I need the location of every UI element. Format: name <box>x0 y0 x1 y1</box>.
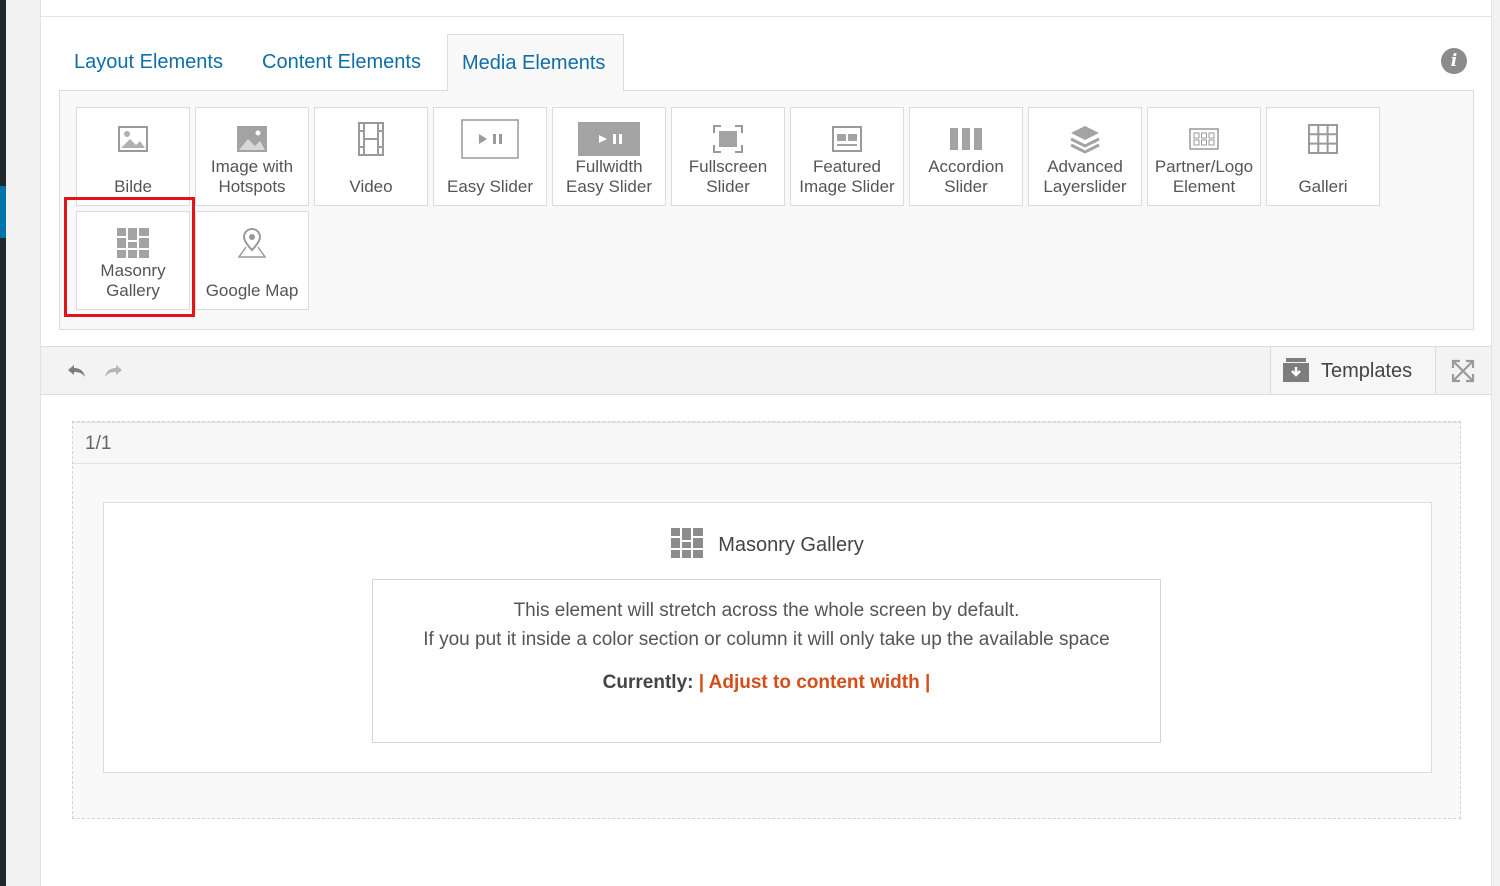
element-label-line1: Fullscreen <box>688 157 768 176</box>
element-featured-image-slider[interactable]: Featured Image Slider <box>790 107 904 206</box>
tab-content-elements[interactable]: Content Elements <box>248 34 435 91</box>
fullscreen-icon <box>672 122 784 156</box>
element-label-line2: Slider <box>706 177 750 196</box>
image-hotspots-icon <box>196 122 308 156</box>
current-setting: Currently: | Adjust to content width | <box>373 668 1160 697</box>
element-label-line2: Layerslider <box>1043 177 1127 196</box>
element-easy-slider[interactable]: Easy Slider <box>433 107 547 206</box>
current-label: Currently: <box>602 672 694 693</box>
info-icon[interactable]: i <box>1441 48 1467 74</box>
divider <box>41 16 1491 17</box>
layers-icon <box>1029 122 1141 156</box>
column-container[interactable]: 1/1 Masonry Gallery This element will st… <box>72 421 1461 819</box>
current-value-link[interactable]: | Adjust to content width | <box>699 672 931 693</box>
element-label-line1: Featured <box>812 157 882 176</box>
redo-icon[interactable] <box>99 357 127 385</box>
film-icon <box>315 122 427 156</box>
admin-sidebar-active-marker <box>0 186 6 238</box>
element-fullwidth-easy-slider[interactable]: Fullwidth Easy Slider <box>552 107 666 206</box>
image-icon <box>77 122 189 156</box>
element-title: Masonry Gallery <box>718 533 864 556</box>
editor-toolbar: Templates <box>41 346 1491 395</box>
element-google-map[interactable]: Google Map <box>195 211 309 310</box>
logo-grid-icon <box>1148 122 1260 156</box>
element-image-with-hotspots[interactable]: Image with Hotspots <box>195 107 309 206</box>
element-label-line1: Advanced <box>1047 157 1123 176</box>
notice-line-1: This element will stretch across the who… <box>513 600 1020 621</box>
element-label-line2: Galleri <box>1298 177 1348 196</box>
element-label-line2: Image Slider <box>799 177 895 196</box>
accordion-icon <box>910 122 1022 156</box>
element-label-line1: Partner/Logo <box>1154 157 1254 176</box>
element-advanced-layerslider[interactable]: Advanced Layerslider <box>1028 107 1142 206</box>
builder-panel: Layout Elements Content Elements Media E… <box>40 0 1492 886</box>
slider-icon <box>434 119 546 159</box>
highlight-annotation <box>64 197 195 317</box>
element-label-line2: Google Map <box>205 281 299 300</box>
element-bilde[interactable]: Bilde <box>76 107 190 206</box>
grid-icon <box>1267 122 1379 156</box>
element-video[interactable]: Video <box>314 107 428 206</box>
element-label-line1: Accordion <box>928 157 1004 176</box>
element-label-line2: Easy Slider <box>566 177 652 196</box>
templates-button[interactable]: Templates <box>1270 347 1436 394</box>
column-size-label: 1/1 <box>85 433 112 454</box>
admin-sidebar-edge <box>0 0 6 886</box>
expand-icon[interactable] <box>1435 347 1491 394</box>
masonry-icon <box>671 527 704 563</box>
map-pin-icon <box>196 226 308 260</box>
element-label-line1: Image with <box>210 157 294 176</box>
element-fullscreen-slider[interactable]: Fullscreen Slider <box>671 107 785 206</box>
media-elements-palette: Bilde Image with Hotspots Video Easy Slid… <box>59 90 1474 330</box>
templates-label: Templates <box>1321 360 1413 382</box>
masonry-gallery-element[interactable]: Masonry Gallery This element will stretc… <box>103 502 1432 773</box>
element-accordion-slider[interactable]: Accordion Slider <box>909 107 1023 206</box>
notice-line-2: If you put it inside a color section or … <box>423 629 1110 650</box>
element-label-line2: Easy Slider <box>447 177 533 196</box>
featured-slider-icon <box>791 122 903 156</box>
undo-icon[interactable] <box>63 357 91 385</box>
element-label-line2: Video <box>349 177 393 196</box>
templates-box-icon <box>1283 358 1309 387</box>
tab-layout-elements[interactable]: Layout Elements <box>60 34 237 91</box>
element-label-line2: Bilde <box>114 177 152 196</box>
element-label-line2: Element <box>1172 177 1236 196</box>
element-label-line2: Hotspots <box>218 177 286 196</box>
tab-media-elements[interactable]: Media Elements <box>447 34 624 91</box>
fullwidth-slider-icon <box>553 122 665 156</box>
element-label-line2: Slider <box>944 177 988 196</box>
element-partner-logo[interactable]: Partner/Logo Element <box>1147 107 1261 206</box>
column-header[interactable]: 1/1 <box>73 422 1460 464</box>
element-label-line1: Fullwidth <box>575 157 643 176</box>
element-galleri[interactable]: Galleri <box>1266 107 1380 206</box>
width-notice: This element will stretch across the who… <box>372 579 1161 743</box>
